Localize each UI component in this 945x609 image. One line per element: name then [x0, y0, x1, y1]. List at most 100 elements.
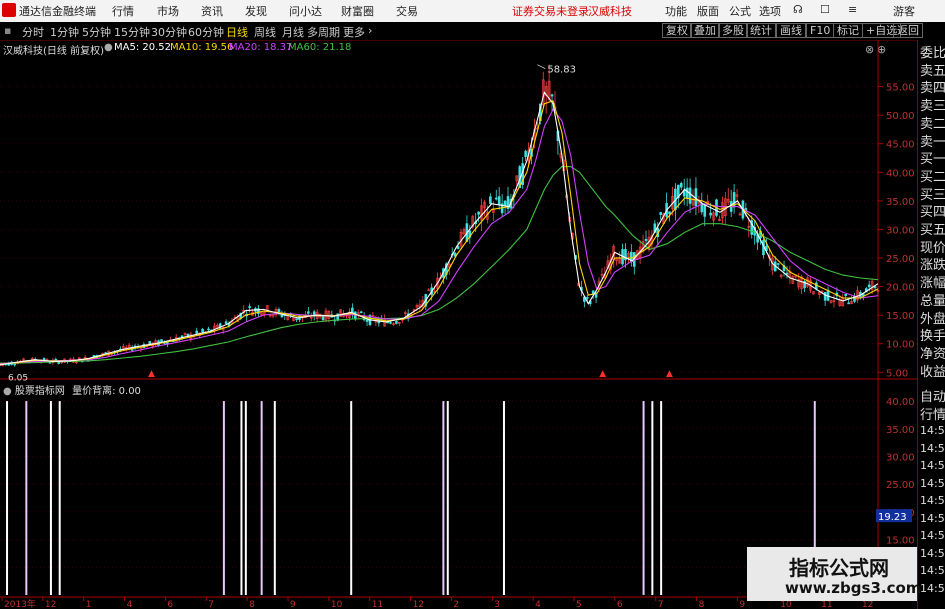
divergence-bar	[58, 401, 61, 595]
indicator-settings-icon[interactable]: ●	[3, 386, 12, 397]
candle-body	[224, 321, 228, 324]
ma-line-ma5	[0, 91, 879, 366]
divergence-bar	[25, 401, 28, 595]
divergence-bar	[222, 401, 225, 595]
sidepanel-item: 涨幅	[920, 276, 945, 292]
sidepanel-item: 卖四	[920, 81, 945, 97]
candle-body	[207, 328, 210, 331]
indicator-tick-label: 40.00	[886, 397, 915, 408]
divergence-bar	[6, 401, 9, 595]
candle-body	[295, 318, 298, 321]
watermark-url: www.zbgs3.com	[785, 579, 922, 597]
time-tick-label: 7	[208, 600, 214, 609]
price-tick-label: 50.00	[886, 111, 915, 122]
time-tick-label: 8	[249, 600, 255, 609]
price-tick-label: 15.00	[886, 311, 915, 322]
sidepanel-item: 14:50	[920, 529, 945, 542]
candle-body	[659, 212, 663, 216]
candle-body	[195, 330, 199, 334]
time-tick-label: 4	[535, 600, 541, 609]
time-tick-label: 11	[821, 600, 832, 609]
candle-body	[201, 328, 204, 333]
time-tick-label: 9	[290, 600, 296, 609]
divergence-bar	[49, 401, 52, 595]
candle-body	[497, 196, 501, 206]
sidepanel-item: 14:50	[920, 424, 945, 437]
sidepanel-item: 卖一	[920, 134, 945, 150]
indicator-current-value: 19.23	[878, 512, 907, 523]
candle-body	[668, 211, 671, 215]
price-tick-label: 20.00	[886, 283, 915, 294]
divergence-bar	[350, 401, 353, 595]
sidepanel-item: 总量	[920, 293, 945, 309]
time-tick-label: 10	[331, 600, 343, 609]
time-tick-label: 2	[453, 600, 459, 609]
candle-body	[359, 311, 363, 314]
candle-body	[679, 183, 683, 188]
event-marker: ▲	[599, 369, 606, 379]
price-tick-label: 30.00	[886, 225, 915, 236]
candle-body	[160, 339, 163, 343]
sidepanel-item: 净资	[920, 346, 945, 362]
watermark-title: 指标公式网	[789, 556, 889, 580]
time-tick-label: 5	[576, 600, 582, 609]
divergence-bar	[446, 401, 449, 595]
ma-line-ma60	[0, 166, 879, 364]
divergence-bar	[660, 401, 663, 595]
time-tick-label: 6	[617, 600, 623, 609]
candle-body	[489, 196, 492, 204]
candle-body	[477, 211, 480, 215]
event-marker: ▲	[148, 369, 155, 379]
candle-body	[277, 309, 281, 312]
time-tick-label: 6	[167, 600, 173, 609]
sidepanel-item: 现价	[920, 240, 945, 256]
sidepanel-item: 行情	[920, 408, 945, 423]
sidepanel-item: 14:50	[920, 581, 945, 595]
price-tick-label: 25.00	[886, 254, 915, 265]
time-tick-label: 9	[739, 600, 745, 609]
sidepanel-item: 买一	[920, 152, 945, 168]
candle-body	[550, 94, 554, 97]
event-marker: ▲	[666, 369, 673, 379]
candle-body	[823, 291, 827, 301]
time-tick-label: 7	[658, 600, 664, 609]
candle-body	[844, 293, 847, 296]
time-tick-label: 1	[86, 600, 92, 609]
sidepanel-item: 换手	[920, 329, 945, 345]
sidepanel-item: 14:50	[920, 546, 945, 560]
sidepanel-item: 14:50	[920, 494, 945, 507]
candle-body	[703, 204, 707, 217]
candle-body	[688, 187, 692, 204]
indicator-tick-label: 35.00	[886, 425, 915, 436]
candle-body	[13, 363, 16, 366]
ma-line-ma20	[0, 108, 879, 365]
candle-body	[365, 319, 369, 322]
quote-sidepanel: 委比 卖五 卖四 卖三 卖二 卖一 买一 买二 买三 买四 买五 现价 涨跌 涨幅 总量 外盘 换手 净资 收益 自动…	[917, 40, 945, 609]
indicator-tick-label: 25.00	[886, 480, 915, 491]
kline-chart[interactable]: 5.00 10.00 15.00 20.00 25.00 30.00 35.00 40.00 4…	[0, 0, 917, 609]
price-tick-label: 40.00	[886, 168, 915, 179]
ma-line-ma10	[0, 100, 879, 365]
candle-body	[54, 359, 58, 361]
candle-body	[785, 272, 789, 275]
divergence-bar	[260, 401, 263, 595]
candle-body	[873, 286, 877, 289]
candle-body	[503, 200, 507, 206]
candle-body	[389, 322, 392, 324]
sidepanel-item: 委比	[920, 46, 945, 61]
sidepanel-item: 14:50	[920, 564, 945, 577]
indicator-name: 股票指标网	[14, 386, 65, 397]
candle-body	[524, 150, 527, 157]
candle-body	[585, 297, 589, 299]
sidepanel-item: 自动	[920, 390, 945, 405]
candle-body	[395, 320, 398, 324]
divergence-bar	[651, 401, 654, 595]
time-tick-label: 12	[413, 600, 424, 609]
candle-body	[248, 306, 251, 308]
sidepanel-item: 卖五	[920, 63, 945, 79]
candle-body	[776, 263, 780, 265]
sidepanel-item: 买二	[920, 169, 945, 185]
candle-body	[847, 302, 850, 305]
sidepanel-item: 外盘	[920, 311, 945, 327]
sidepanel-item: 14:50	[920, 511, 945, 525]
